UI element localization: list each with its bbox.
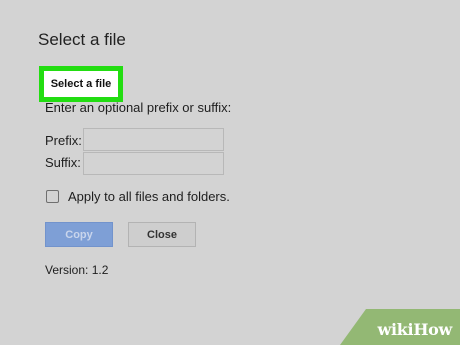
suffix-label: Suffix:: [45, 155, 81, 170]
close-button[interactable]: Close: [128, 222, 196, 247]
dialog-title: Select a file: [38, 30, 126, 49]
watermark-how: How: [413, 320, 452, 339]
suffix-input[interactable]: [83, 152, 224, 175]
apply-all-checkbox[interactable]: [46, 190, 59, 203]
select-file-button[interactable]: Select a file: [39, 66, 123, 102]
apply-all-label: Apply to all files and folders.: [68, 189, 230, 204]
version-text: Version: 1.2: [45, 263, 109, 277]
prefix-input[interactable]: [83, 128, 224, 151]
wikihow-watermark: wikiHow: [340, 309, 460, 345]
watermark-wiki: wiki: [377, 320, 414, 339]
watermark-logo: wikiHow: [378, 320, 453, 339]
prefix-suffix-hint: Enter an optional prefix or suffix:: [45, 100, 232, 115]
copy-button[interactable]: Copy: [45, 222, 113, 247]
prefix-label: Prefix:: [45, 133, 82, 148]
